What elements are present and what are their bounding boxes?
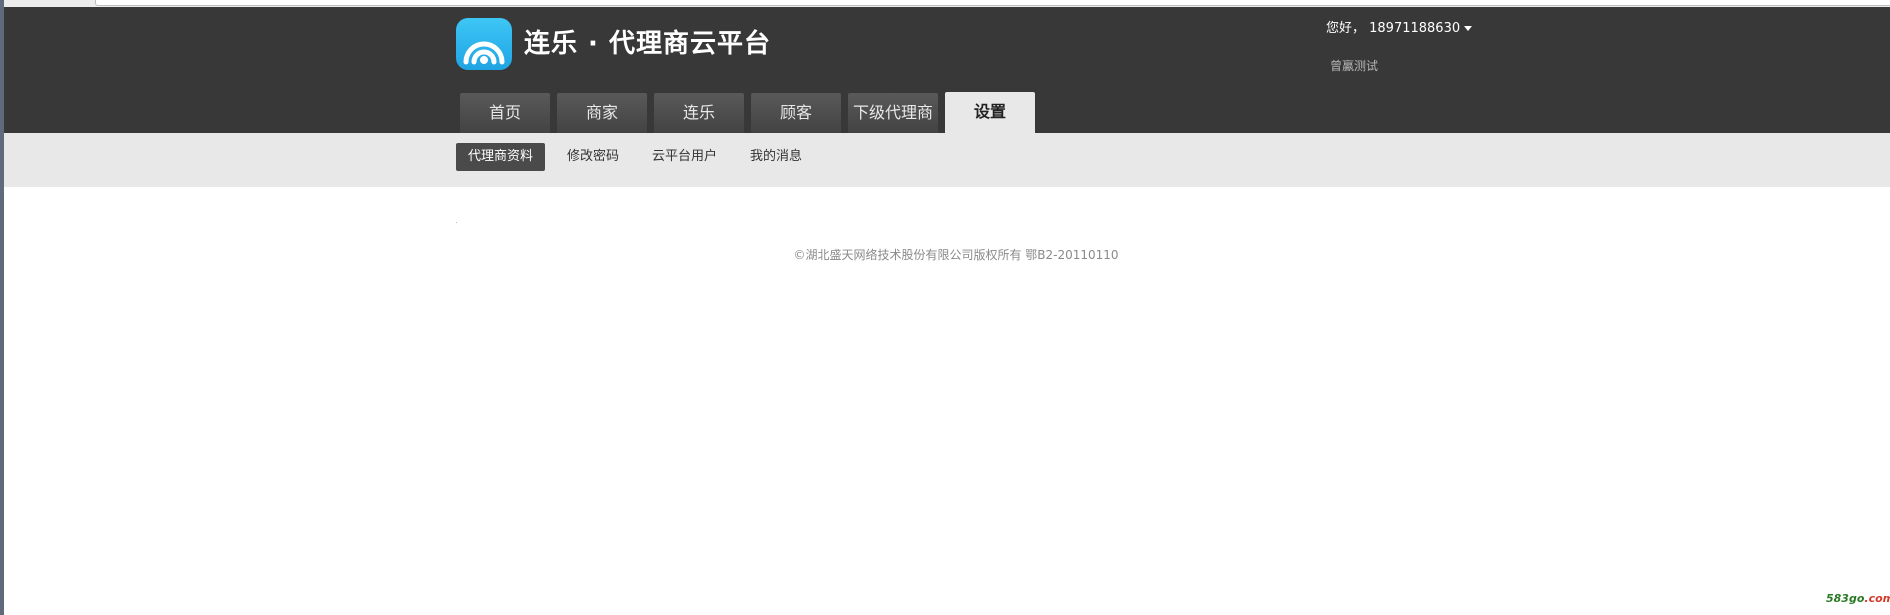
user-menu[interactable]: 您好， 18971188630 — [1326, 17, 1473, 36]
tab-merchants[interactable]: 商家 — [557, 93, 647, 133]
tab-lianle[interactable]: 连乐 — [654, 93, 744, 133]
user-greeting[interactable]: 您好， 18971188630 — [1326, 21, 1460, 36]
store-name: 曾鸁测试 — [1330, 59, 1379, 73]
subnav-agent-profile[interactable]: 代理商资料 — [456, 143, 546, 171]
settings-subnav: 代理商资料 修改密码 云平台用户 我的消息 — [4, 133, 1890, 187]
signal-logo-icon — [456, 18, 512, 70]
caret-down-icon[interactable] — [1464, 26, 1473, 31]
content-placeholder-dot — [456, 222, 457, 223]
tab-customers[interactable]: 顾客 — [751, 93, 841, 133]
watermark-suffix: .com — [1864, 592, 1890, 605]
site-watermark: 583go.com — [1826, 592, 1890, 605]
top-header: 连乐 · 代理商云平台 您好， 18971188630 曾鸁测试 首页 商家 连… — [4, 7, 1890, 133]
watermark-main: 583go — [1826, 592, 1865, 605]
tab-settings[interactable]: 设置 — [945, 92, 1035, 133]
address-bar[interactable] — [95, 0, 1890, 6]
subnav-cloud-users[interactable]: 云平台用户 — [652, 143, 717, 171]
tab-home[interactable]: 首页 — [460, 93, 550, 133]
subnav-my-messages[interactable]: 我的消息 — [750, 143, 802, 171]
subnav-change-password[interactable]: 修改密码 — [567, 143, 619, 171]
browser-toolbar-strip — [0, 0, 1890, 7]
footer-copyright: ©湖北盛天网络技术股份有限公司版权所有 鄂B2-20110110 — [793, 248, 1119, 262]
platform-title: 连乐 · 代理商云平台 — [524, 29, 771, 59]
tab-sub-agents[interactable]: 下级代理商 — [848, 93, 938, 133]
